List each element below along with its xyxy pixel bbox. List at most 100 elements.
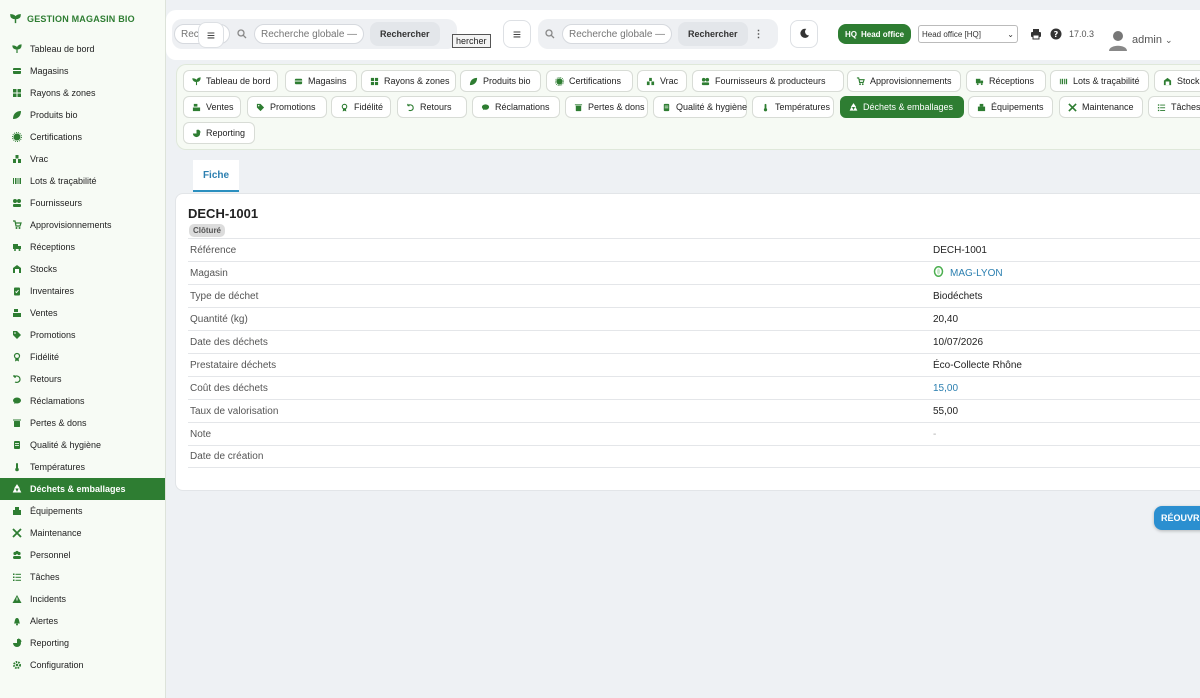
sidebar-item-gear[interactable]: Configuration <box>0 654 165 676</box>
module-tab-award[interactable]: Fidélité <box>331 96 391 118</box>
tab-fiche[interactable]: Fiche <box>193 160 239 192</box>
sidebar-item-thermometer[interactable]: Températures <box>0 456 165 478</box>
module-tab-equipment[interactable]: Équipements <box>968 96 1053 118</box>
sidebar-item-supplier[interactable]: Fournisseurs <box>0 192 165 214</box>
module-tab-quality[interactable]: Qualité & hygiène <box>653 96 747 118</box>
field-row: Référence DECH-1001 <box>188 238 1200 261</box>
store-icon <box>294 77 303 86</box>
sidebar-item-tag[interactable]: Promotions <box>0 324 165 346</box>
module-tab-label: Rayons & zones <box>384 76 450 86</box>
module-tab-grid[interactable]: Rayons & zones <box>361 70 456 92</box>
sidebar-item-warning[interactable]: Incidents <box>0 588 165 610</box>
status-badge: Clôturé <box>189 224 225 237</box>
sidebar-item-truck[interactable]: Réceptions <box>0 236 165 258</box>
sidebar-item-quality[interactable]: Qualité & hygiène <box>0 434 165 456</box>
search-button-2[interactable]: Rechercher <box>678 22 748 46</box>
sidebar-item-comment[interactable]: Réclamations <box>0 390 165 412</box>
module-tab-leaf[interactable]: Produits bio <box>460 70 541 92</box>
field-label: Référence <box>190 244 237 256</box>
ghost-search-button[interactable]: hercher <box>452 34 491 48</box>
sidebar-item-equipment[interactable]: Équipements <box>0 500 165 522</box>
svg-text:?: ? <box>1054 30 1059 39</box>
field-value[interactable]: 15,00 <box>933 383 958 394</box>
module-tab-supplier[interactable]: Fournisseurs & producteurs <box>692 70 844 92</box>
user-menu[interactable]: admin ⌄ <box>1132 34 1173 46</box>
menu-toggle-button-2[interactable]: ≡ <box>503 20 531 48</box>
brand[interactable]: GESTION MAGASIN BIO <box>0 0 165 38</box>
print-icon[interactable] <box>1030 28 1042 43</box>
field-label: Magasin <box>190 267 228 279</box>
module-tab-tasks[interactable]: Tâches <box>1148 96 1200 118</box>
sidebar-item-cash-register[interactable]: Ventes <box>0 302 165 324</box>
store-status-icon <box>933 265 944 280</box>
brand-name: GESTION MAGASIN BIO <box>27 14 135 24</box>
module-tab-certificate[interactable]: Certifications <box>546 70 633 92</box>
module-tab-tools[interactable]: Maintenance <box>1059 96 1143 118</box>
sidebar-item-award[interactable]: Fidélité <box>0 346 165 368</box>
module-tab-recycle[interactable]: Déchets & emballages <box>840 96 964 118</box>
search-button[interactable]: Rechercher <box>370 22 440 46</box>
truck-icon <box>975 77 984 86</box>
sidebar-item-label: Ventes <box>30 308 58 318</box>
sidebar-item-leaf[interactable]: Produits bio <box>0 104 165 126</box>
field-row: Prestataire déchets Éco-Collecte Rhône <box>188 353 1200 376</box>
sidebar-item-recycle[interactable]: Déchets & emballages <box>0 478 165 500</box>
sidebar-item-bell[interactable]: Alertes <box>0 610 165 632</box>
more-vertical-icon[interactable]: ⋮ <box>754 29 764 40</box>
sidebar-item-clipboard[interactable]: Inventaires <box>0 280 165 302</box>
reopen-button[interactable]: RÉOUVR <box>1154 506 1200 530</box>
sidebar-item-grid[interactable]: Rayons & zones <box>0 82 165 104</box>
module-tab-seedling[interactable]: Tableau de bord <box>183 70 278 92</box>
menu-toggle-button[interactable]: ≡ <box>198 22 224 48</box>
sidebar-item-warehouse[interactable]: Stocks <box>0 258 165 280</box>
module-tab-bulk[interactable]: Vrac <box>637 70 687 92</box>
module-tab-undo[interactable]: Retours <box>397 96 467 118</box>
field-value-text: - <box>933 428 937 440</box>
field-value-text: Éco-Collecte Rhône <box>933 359 1022 371</box>
sidebar-item-bulk[interactable]: Vrac <box>0 148 165 170</box>
sidebar-item-chart-pie[interactable]: Reporting <box>0 632 165 654</box>
sidebar-item-label: Tableau de bord <box>30 44 95 54</box>
sidebar-item-seedling[interactable]: Tableau de bord <box>0 38 165 60</box>
help-icon[interactable]: ? <box>1050 28 1062 43</box>
module-tab-store[interactable]: Magasins <box>285 70 357 92</box>
tools-icon <box>12 528 22 538</box>
sidebar-item-barcode[interactable]: Lots & traçabilité <box>0 170 165 192</box>
module-tab-cart[interactable]: Approvisionnements <box>847 70 961 92</box>
cart-icon <box>856 76 865 86</box>
sidebar-item-label: Configuration <box>30 660 84 670</box>
module-tab-cash-register[interactable]: Ventes <box>183 96 241 118</box>
moon-icon <box>799 26 810 42</box>
hq-select[interactable]: Head office [HQ] ⌄ <box>918 25 1018 43</box>
hq-badge[interactable]: HQ Head office <box>838 24 912 44</box>
sidebar-item-label: Incidents <box>30 594 67 604</box>
sidebar-item-cart[interactable]: Approvisionnements <box>0 214 165 236</box>
module-tab-warehouse[interactable]: Stock <box>1154 70 1200 92</box>
module-tab-thermometer[interactable]: Températures <box>752 96 834 118</box>
module-tab-barcode[interactable]: Lots & traçabilité <box>1050 70 1149 92</box>
module-tab-label: Stock <box>1177 76 1200 86</box>
global-search-input[interactable] <box>254 24 364 44</box>
equipment-icon <box>977 103 986 112</box>
module-tab-trash[interactable]: Pertes & dons <box>565 96 648 118</box>
dark-mode-toggle[interactable] <box>790 20 818 48</box>
sidebar-item-users[interactable]: Personnel <box>0 544 165 566</box>
field-value: 55,00 <box>933 406 958 417</box>
sidebar-item-store[interactable]: Magasins <box>0 60 165 82</box>
sidebar-item-trash[interactable]: Pertes & dons <box>0 412 165 434</box>
global-search-input-2[interactable] <box>562 24 672 44</box>
module-tab-label: Lots & traçabilité <box>1073 76 1140 86</box>
sidebar-item-tasks[interactable]: Tâches <box>0 566 165 588</box>
avatar[interactable] <box>1108 29 1128 51</box>
module-tab-comment[interactable]: Réclamations <box>472 96 560 118</box>
sidebar-item-label: Approvisionnements <box>30 220 112 230</box>
sidebar-item-certificate[interactable]: Certifications <box>0 126 165 148</box>
cash-register-icon <box>12 308 22 318</box>
module-tab-label: Déchets & emballages <box>863 102 954 112</box>
sidebar-item-tools[interactable]: Maintenance <box>0 522 165 544</box>
module-tab-chart-pie[interactable]: Reporting <box>183 122 255 144</box>
field-value[interactable]: MAG-LYON <box>933 265 1003 280</box>
sidebar-item-undo[interactable]: Retours <box>0 368 165 390</box>
module-tab-truck[interactable]: Réceptions <box>966 70 1046 92</box>
module-tab-tag[interactable]: Promotions <box>247 96 327 118</box>
